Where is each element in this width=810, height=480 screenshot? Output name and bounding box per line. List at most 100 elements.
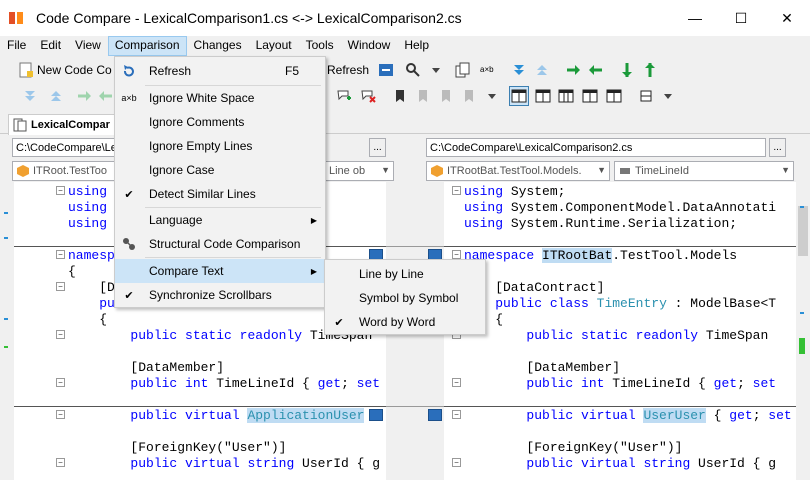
code-line: using System.ComponentModel.DataAnnotati — [464, 200, 776, 216]
fold-marker[interactable]: − — [56, 282, 65, 291]
menu-item-ignore-case[interactable]: Ignore Case — [115, 158, 325, 182]
fold-marker[interactable]: − — [452, 458, 461, 467]
minimize-button[interactable]: — — [672, 0, 718, 36]
merge-right-button[interactable] — [369, 409, 383, 421]
code-line: namespace ITRootBat.TestTool.Models — [464, 248, 737, 264]
menu-item-refresh[interactable]: Refresh F5 — [115, 59, 325, 83]
menu-item-synchronize-scrollbars[interactable]: ✔ Synchronize Scrollbars — [115, 283, 325, 307]
axb-icon: a×b — [121, 93, 137, 103]
code-token: TimeEntry — [596, 296, 667, 311]
new-code-compare-button[interactable]: New Code Co — [37, 63, 112, 77]
menu-changes[interactable]: Changes — [187, 36, 249, 56]
layout-five-icon[interactable] — [606, 88, 622, 104]
chevron-down-icon[interactable] — [484, 88, 500, 104]
code-line: public virtual ApplicationUser — [68, 408, 365, 424]
merge-left-button[interactable] — [428, 409, 442, 421]
right-class-dropdown[interactable]: ITRootBat.TestTool.Models. ▼ — [426, 161, 610, 181]
right-path-input[interactable]: C:\CodeCompare\LexicalComparison2.cs — [426, 138, 766, 157]
menu-item-ignore-white-space[interactable]: a×b Ignore White Space — [115, 86, 325, 110]
code-token: TimeLineId { — [604, 376, 714, 391]
menu-comparison[interactable]: Comparison — [107, 36, 187, 56]
vertical-scrollbar[interactable] — [796, 182, 810, 480]
code-line: public virtual string UserId { g — [68, 456, 380, 472]
maximize-button[interactable]: ☐ — [718, 0, 764, 36]
menu-item-structural-code-comparison[interactable]: Structural Code Comparison — [115, 232, 325, 256]
bookmark-prev-icon[interactable] — [415, 88, 431, 104]
bookmark-clear-icon[interactable] — [461, 88, 477, 104]
menu-edit[interactable]: Edit — [33, 36, 68, 56]
file-compare-icon — [13, 118, 27, 132]
fold-marker[interactable]: − — [56, 410, 65, 419]
down-arrows-icon[interactable] — [22, 88, 38, 104]
layout-two-icon[interactable] — [535, 88, 551, 104]
menu-window[interactable]: Window — [341, 36, 398, 56]
remove-bookmark-icon[interactable] — [360, 88, 376, 104]
submenu-item-line-by-line[interactable]: Line by Line — [325, 262, 485, 286]
left-browse-button[interactable]: ... — [369, 138, 386, 157]
left-member-value: Line ob — [329, 165, 366, 177]
layout-side-by-side-icon[interactable] — [509, 86, 529, 106]
bookmark-icon[interactable] — [392, 88, 408, 104]
add-bookmark-icon[interactable] — [336, 88, 352, 104]
left-arrow-icon[interactable] — [98, 88, 114, 104]
fold-marker[interactable]: − — [56, 458, 65, 467]
menu-item-detect-similar-lines[interactable]: ✔ Detect Similar Lines — [115, 182, 325, 206]
fold-marker[interactable]: − — [56, 250, 65, 259]
left-member-dropdown[interactable]: Line ob ▼ — [324, 161, 394, 181]
compare-text-submenu: Line by Line Symbol by Symbol ✔ Word by … — [324, 259, 486, 335]
fold-marker[interactable]: − — [452, 378, 461, 387]
layout-four-icon[interactable] — [582, 88, 598, 104]
fold-marker[interactable]: − — [452, 250, 461, 259]
left-path-input[interactable]: C:\CodeCompare\Le — [12, 138, 116, 157]
right-browse-button[interactable]: ... — [769, 138, 786, 157]
next-diff-icon[interactable] — [511, 62, 527, 78]
merge-up-icon[interactable] — [642, 62, 658, 78]
chevron-down-icon[interactable] — [428, 62, 444, 78]
code-token: set — [768, 408, 792, 423]
submenu-item-symbol-by-symbol[interactable]: Symbol by Symbol — [325, 286, 485, 310]
fold-marker[interactable]: − — [452, 186, 461, 195]
tab-lexical-comparison[interactable]: LexicalCompar — [8, 114, 118, 135]
menu-item-language[interactable]: Language ▶ — [115, 208, 325, 232]
menu-layout[interactable]: Layout — [249, 36, 299, 56]
code-token: ; — [341, 376, 357, 391]
menu-item-ignore-comments[interactable]: Ignore Comments — [115, 110, 325, 134]
menu-item-compare-text[interactable]: Compare Text ▶ — [115, 259, 325, 283]
refresh-button[interactable]: Refresh — [327, 63, 369, 77]
split-icon[interactable] — [638, 88, 654, 104]
copy-left-icon[interactable] — [588, 62, 604, 78]
menu-item-ignore-empty-lines[interactable]: Ignore Empty Lines — [115, 134, 325, 158]
menu-view[interactable]: View — [68, 36, 108, 56]
prev-diff-icon[interactable] — [534, 62, 550, 78]
right-arrow-icon[interactable] — [76, 88, 92, 104]
copy-icon[interactable] — [455, 62, 471, 78]
submenu-item-word-by-word[interactable]: ✔ Word by Word — [325, 310, 485, 334]
sync-icon[interactable] — [378, 62, 394, 78]
search-icon[interactable] — [405, 62, 421, 78]
close-button[interactable]: ✕ — [764, 0, 810, 36]
code-token: TimeSpan — [698, 328, 769, 343]
fold-marker[interactable]: − — [56, 330, 65, 339]
fold-marker[interactable]: − — [452, 410, 461, 419]
right-editor[interactable]: using System; using System.ComponentModel… — [444, 182, 796, 480]
code-token: [DataMember] — [68, 360, 225, 375]
axb-icon[interactable]: a×b — [480, 65, 496, 81]
bookmark-next-icon[interactable] — [438, 88, 454, 104]
menu-file[interactable]: File — [0, 36, 33, 56]
menu-tools[interactable]: Tools — [299, 36, 341, 56]
fold-marker[interactable]: − — [56, 378, 65, 387]
up-arrows-icon[interactable] — [48, 88, 64, 104]
chevron-down-icon: ▼ — [597, 165, 606, 175]
layout-three-icon[interactable] — [558, 88, 574, 104]
fold-marker[interactable]: − — [56, 186, 65, 195]
code-token: ; — [752, 408, 769, 423]
code-token: { — [68, 264, 76, 279]
right-member-dropdown[interactable]: TimeLineId ▼ — [614, 161, 794, 181]
change-connector — [386, 406, 444, 407]
chevron-down-icon[interactable] — [660, 88, 676, 104]
menu-help[interactable]: Help — [397, 36, 436, 56]
copy-right-icon[interactable] — [565, 62, 581, 78]
merge-down-icon[interactable] — [619, 62, 635, 78]
left-class-dropdown[interactable]: ITRoot.TestToo — [12, 161, 116, 181]
scrollbar-thumb[interactable] — [798, 206, 808, 256]
